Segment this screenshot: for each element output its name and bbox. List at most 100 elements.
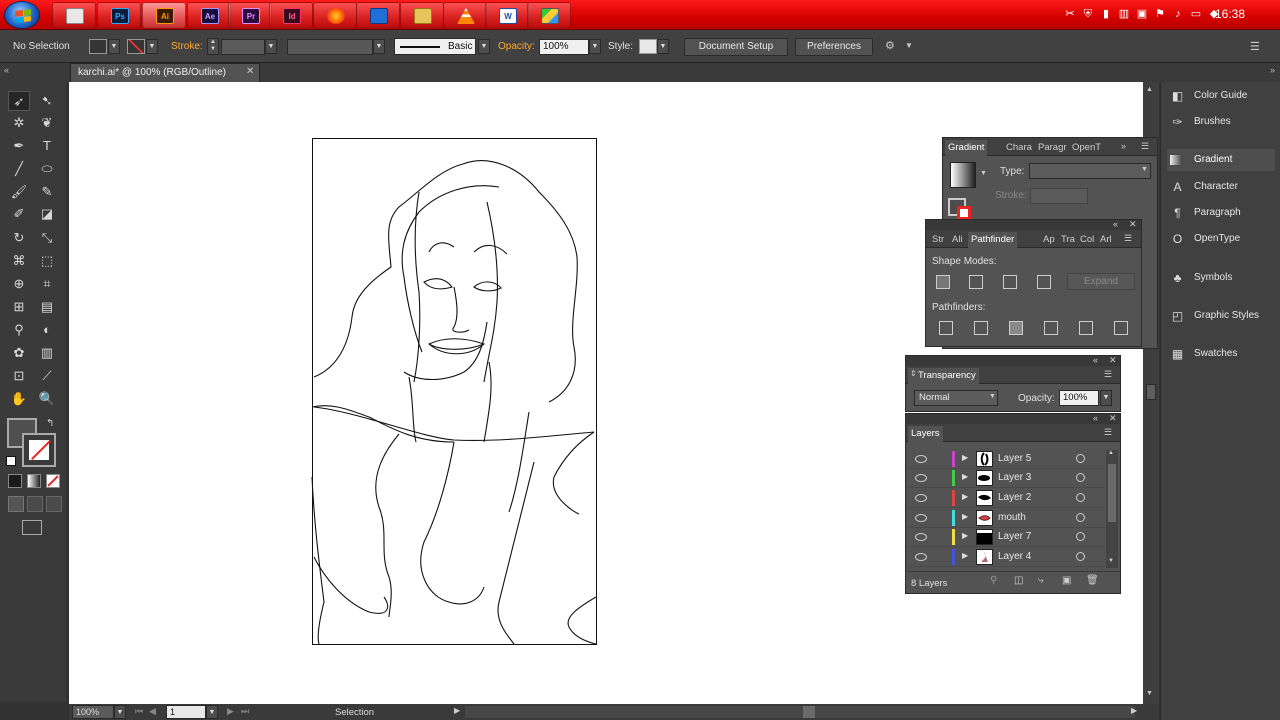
transparency-opacity-dropdown[interactable]: ▼ bbox=[1100, 390, 1112, 406]
layer-row-mouth[interactable]: ▶ mouth bbox=[910, 508, 1105, 528]
scroll-right-icon[interactable]: ▶ bbox=[1131, 706, 1137, 715]
layer-name[interactable]: Layer 4 bbox=[998, 551, 1031, 562]
layer-row-layer-3[interactable]: ▶ Layer 3 bbox=[910, 468, 1105, 488]
eyedropper-tool-icon[interactable]: ⚲ bbox=[8, 320, 30, 340]
expand-layer-icon[interactable]: ▶ bbox=[962, 551, 968, 560]
screen-mode-icon[interactable] bbox=[22, 520, 42, 535]
taskbar-app-indesign[interactable]: Id bbox=[269, 2, 313, 28]
opacity-label[interactable]: Opacity: bbox=[498, 41, 535, 52]
graphic-style-swatch[interactable] bbox=[639, 39, 657, 54]
last-artboard-icon[interactable]: ⏭ bbox=[241, 706, 249, 717]
tray-tools-icon[interactable]: ✂ bbox=[1064, 8, 1076, 21]
taskbar-app-vlc[interactable] bbox=[443, 2, 487, 28]
gradient-type-select[interactable]: ▼ bbox=[1029, 163, 1151, 179]
document-setup-button[interactable]: Document Setup bbox=[684, 38, 788, 56]
opacity-field[interactable]: 100% bbox=[539, 39, 589, 55]
make-clipping-mask-icon[interactable]: ◫ bbox=[1014, 575, 1023, 586]
layer-target-icon[interactable] bbox=[1076, 532, 1085, 541]
pathfinder-menu-icon[interactable]: ☰ bbox=[1124, 233, 1132, 244]
dock-item-gradient[interactable]: Gradient bbox=[1167, 149, 1275, 171]
color-mode-icon[interactable] bbox=[8, 474, 22, 488]
draw-behind-icon[interactable] bbox=[27, 496, 43, 512]
scroll-up-icon[interactable]: ▲ bbox=[1146, 86, 1153, 93]
taskbar-app-word[interactable]: W bbox=[485, 2, 529, 28]
stroke-weight-stepper[interactable]: ▲ ▼ bbox=[207, 38, 219, 55]
layer-row-layer-4[interactable]: ▶ Layer 4 bbox=[910, 547, 1105, 567]
arrange-documents-icon[interactable]: ⚙ bbox=[885, 40, 899, 52]
pencil-tool-icon[interactable]: ✎ bbox=[36, 182, 58, 202]
slice-tool-icon[interactable]: ⟋ bbox=[36, 366, 58, 386]
start-button[interactable] bbox=[4, 1, 40, 29]
zoom-dropdown[interactable]: ▼ bbox=[114, 705, 126, 719]
tab-opentype[interactable]: OpenT bbox=[1069, 140, 1104, 156]
artboard-dropdown[interactable]: ▼ bbox=[206, 705, 218, 719]
divide-icon[interactable] bbox=[939, 321, 953, 335]
taskbar-app-photoshop[interactable]: Ps bbox=[97, 2, 141, 28]
brush-dropdown[interactable]: ▼ bbox=[478, 39, 490, 54]
blend-mode-select[interactable]: Normal bbox=[914, 390, 998, 406]
draw-inside-icon[interactable] bbox=[46, 496, 62, 512]
collapse-panel-icon[interactable]: « bbox=[1093, 413, 1098, 423]
close-panel-icon[interactable]: ✕ bbox=[1109, 355, 1117, 366]
eraser-tool-icon[interactable]: ◪ bbox=[36, 204, 58, 224]
style-dropdown[interactable]: ▼ bbox=[657, 39, 669, 54]
blob-brush-tool-icon[interactable]: ✐ bbox=[8, 204, 30, 224]
gradient-stroke-box[interactable] bbox=[957, 206, 971, 220]
arrange-dropdown-icon[interactable]: ▼ bbox=[905, 41, 913, 50]
tab-paragraph[interactable]: Paragr bbox=[1035, 140, 1070, 156]
gradient-preset-dropdown-icon[interactable]: ▼ bbox=[980, 170, 987, 177]
tab-pathfinder[interactable]: Pathfinder bbox=[968, 232, 1018, 248]
taskbar-app-after-effects[interactable]: Ae bbox=[187, 2, 231, 28]
taskbar-app-network[interactable] bbox=[356, 2, 400, 28]
stroke-swatch[interactable] bbox=[127, 39, 145, 54]
column-graph-tool-icon[interactable]: ▥ bbox=[36, 343, 58, 363]
taskbar-app-paint[interactable] bbox=[527, 2, 571, 28]
artboard-number-field[interactable]: 1 bbox=[166, 705, 206, 719]
dock-item-paragraph[interactable]: ¶ Paragraph bbox=[1167, 202, 1275, 224]
horizontal-scrollbar[interactable] bbox=[465, 706, 1135, 718]
tab-color[interactable]: Col bbox=[1077, 232, 1097, 248]
control-panel-menu-icon[interactable]: ☰ bbox=[1250, 40, 1260, 53]
expand-layer-icon[interactable]: ▶ bbox=[962, 472, 968, 481]
panel-expand-icon[interactable]: » bbox=[1121, 141, 1126, 151]
taskbar-app-explorer[interactable] bbox=[400, 2, 444, 28]
trim-icon[interactable] bbox=[974, 321, 988, 335]
layer-name[interactable]: Layer 5 bbox=[998, 453, 1031, 464]
tab-appearance[interactable]: Ap bbox=[1040, 232, 1058, 248]
collapse-panel-icon[interactable]: « bbox=[1093, 355, 1098, 365]
blend-mode-dropdown-icon[interactable]: ▼ bbox=[989, 393, 996, 400]
dock-item-swatches[interactable]: ▦ Swatches bbox=[1167, 343, 1275, 365]
layer-row-layer-7[interactable]: ▶ Layer 7 bbox=[910, 527, 1105, 547]
tab-layers[interactable]: Layers bbox=[908, 426, 943, 442]
visibility-eye-icon[interactable] bbox=[915, 553, 927, 561]
dock-item-character[interactable]: A Character bbox=[1167, 176, 1275, 198]
expand-layer-icon[interactable]: ▶ bbox=[962, 512, 968, 521]
locate-object-icon[interactable]: ⚲ bbox=[990, 575, 997, 586]
exclude-icon[interactable] bbox=[1037, 275, 1051, 289]
crop-icon[interactable] bbox=[1044, 321, 1058, 335]
tray-signal-icon[interactable]: ▮ bbox=[1100, 8, 1112, 21]
scale-tool-icon[interactable]: ⤡ bbox=[36, 228, 58, 248]
expand-layer-icon[interactable]: ▶ bbox=[962, 492, 968, 501]
profile-dropdown[interactable]: ▼ bbox=[373, 39, 385, 54]
gradient-tool-icon[interactable]: ▤ bbox=[36, 297, 58, 317]
close-tab-icon[interactable]: ✕ bbox=[246, 66, 254, 77]
expand-button[interactable]: Expand bbox=[1067, 273, 1135, 290]
layer-name[interactable]: Layer 2 bbox=[998, 492, 1031, 503]
outline-icon[interactable] bbox=[1079, 321, 1093, 335]
zoom-tool-icon[interactable]: 🔍 bbox=[36, 389, 58, 409]
visibility-eye-icon[interactable] bbox=[915, 514, 927, 522]
tab-align[interactable]: Ali bbox=[949, 232, 966, 248]
direct-selection-tool-icon[interactable]: ➷ bbox=[36, 91, 58, 111]
tab-stroke[interactable]: Str bbox=[929, 232, 947, 248]
artboard-tool-icon[interactable]: ⊡ bbox=[8, 366, 30, 386]
expand-layer-icon[interactable]: ▶ bbox=[962, 531, 968, 540]
collapse-toolbox-icon[interactable]: « bbox=[4, 65, 9, 75]
line-tool-icon[interactable]: ╱ bbox=[8, 159, 30, 179]
dock-item-color-guide[interactable]: ◧ Color Guide bbox=[1167, 85, 1275, 107]
fill-dropdown[interactable]: ▼ bbox=[108, 39, 120, 54]
layer-row-layer-2[interactable]: ▶ Layer 2 bbox=[910, 488, 1105, 508]
layer-target-icon[interactable] bbox=[1076, 552, 1085, 561]
status-menu-icon[interactable]: ▶ bbox=[454, 706, 460, 715]
unite-icon[interactable] bbox=[936, 275, 950, 289]
